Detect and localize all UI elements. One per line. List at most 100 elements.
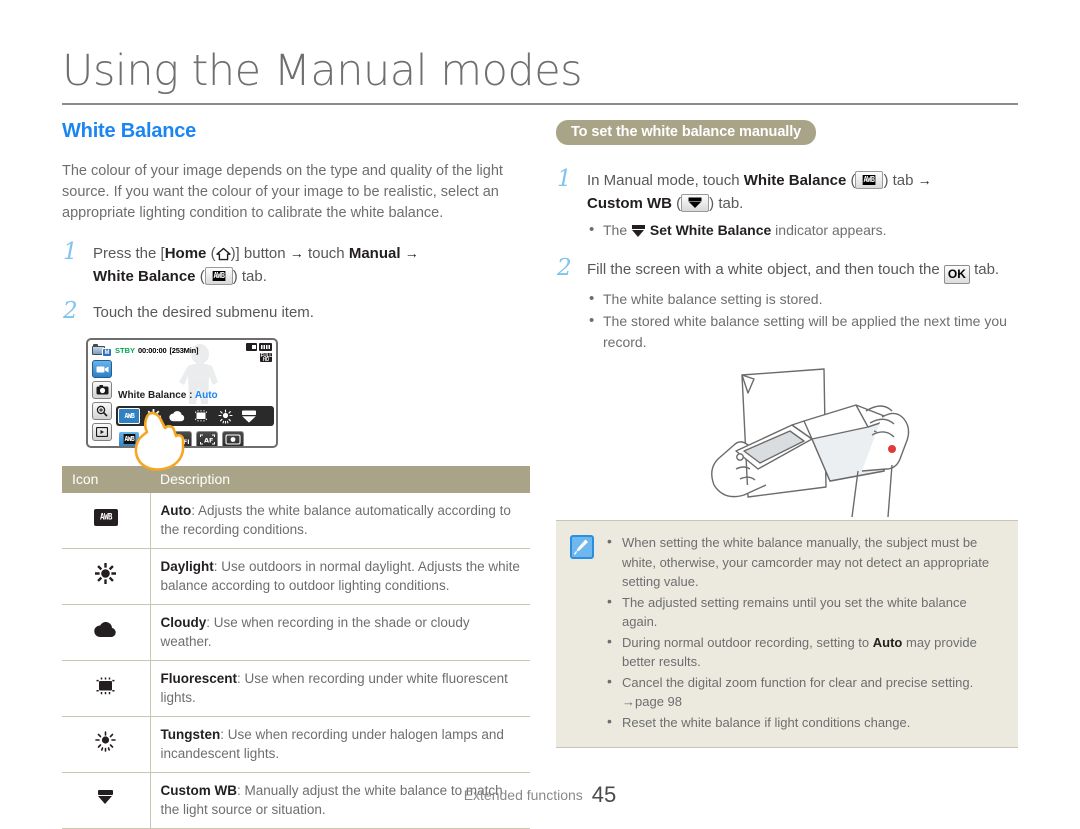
fluorescent-icon	[96, 677, 115, 694]
footer-label: Extended functions	[463, 787, 583, 803]
timecode: 00:00:00	[138, 345, 167, 355]
left-step-1: 1 Press the [Home ()] button → touch Man…	[62, 239, 532, 288]
step-number: 1	[557, 166, 572, 192]
table-cell-icon	[62, 548, 151, 605]
table-cell-description: Daylight: Use outdoors in normal dayligh…	[150, 548, 530, 605]
table-row: Daylight: Use outdoors in normal dayligh…	[62, 548, 530, 605]
note-list: When setting the white balance manually,…	[604, 532, 1004, 733]
note-item: Reset the white balance if light conditi…	[604, 712, 1004, 733]
title-divider	[62, 103, 1018, 105]
page-footer: Extended functions 45	[0, 782, 1080, 808]
lcd-status-right: FULL HD	[246, 343, 272, 362]
page-title: Using the Manual modes	[62, 46, 583, 96]
term-label: Cloudy	[160, 615, 207, 630]
table-cell-icon	[62, 716, 151, 773]
note-text-pre: During normal outdoor recording, setting…	[622, 634, 870, 650]
svg-text:AF: AF	[204, 436, 213, 444]
step-number: 2	[63, 298, 78, 324]
home-label: Home	[164, 245, 207, 262]
step-text: In Manual mode, touch White Balance () t…	[587, 169, 1018, 215]
table-row: Fluorescent: Use when recording under wh…	[62, 660, 530, 717]
table-cell-description: Cloudy: Use when recording in the shade …	[150, 604, 530, 661]
step-number: 1	[63, 239, 78, 265]
note-item: When setting the white balance manually,…	[604, 532, 1004, 592]
tungsten-icon	[95, 731, 117, 752]
bullet-text-bold: Set White Balance	[649, 222, 772, 238]
record-status: STBY	[115, 345, 136, 355]
arrow-glyph: →	[917, 172, 932, 188]
step2-bullets: The white balance setting is stored. The…	[587, 288, 1018, 353]
term-label: Fluorescent	[160, 671, 238, 686]
ok-button-icon[interactable]: OK	[943, 265, 970, 284]
bullet-text-pre: The	[603, 222, 628, 238]
white-balance-label: White Balance	[93, 268, 196, 285]
table-header-description: Description	[150, 466, 530, 493]
lcd-illustration: M STBY 00:00:00 [253Min] FULL HD White B…	[86, 338, 278, 471]
step-text-part: Fill the screen with a white object, and…	[587, 261, 940, 278]
note-text-pre: Cancel the digital zoom function for cle…	[622, 674, 974, 690]
bullet-item: The stored white balance setting will be…	[587, 310, 1018, 353]
lcd-button-zoom[interactable]	[92, 402, 112, 420]
term-label: Auto	[160, 503, 192, 518]
footer-page-number: 45	[591, 782, 617, 807]
term-description: : Use when recording in the shade or clo…	[160, 615, 470, 649]
note-icon	[570, 535, 594, 559]
step1-bullets: The Set White Balance indicator appears.	[587, 219, 1018, 241]
home-icon	[215, 247, 231, 261]
lcd-wb-tungsten[interactable]	[214, 408, 236, 424]
lcd-tab-auto-focus[interactable]: AF	[196, 430, 218, 446]
daylight-icon	[95, 563, 117, 584]
lcd-button-photo-mode[interactable]	[92, 381, 112, 399]
step-text-part: touch	[307, 245, 345, 262]
page-reference: →page 98	[622, 694, 682, 709]
lcd-status-bar: M STBY 00:00:00 [253Min]	[92, 343, 272, 357]
wb-icon-table: Icon Description Auto: Adjusts the white…	[62, 466, 530, 829]
note-box: When setting the white balance manually,…	[556, 520, 1018, 748]
custom-wb-label: Custom WB	[587, 195, 672, 212]
lcd-button-playback[interactable]	[92, 423, 112, 441]
term-description: : Use outdoors in normal daylight. Adjus…	[160, 559, 520, 593]
lcd-setting-label: White Balance : Auto	[118, 390, 218, 401]
table-cell-icon	[62, 493, 151, 549]
left-step-2: 2 Touch the desired submenu item.	[62, 298, 532, 324]
lcd-setting-value: Auto	[194, 390, 218, 401]
custom-wb-icon	[681, 194, 710, 212]
table-row: Cloudy: Use when recording in the shade …	[62, 604, 530, 661]
bullet-item: The Set White Balance indicator appears.	[587, 219, 1018, 241]
intro-paragraph: The colour of your image depends on the …	[62, 163, 503, 221]
step-text: Fill the screen with a white object, and…	[587, 258, 1018, 284]
manual-page: Using the Manual modes White Balance The…	[0, 0, 1080, 829]
note-item: The adjusted setting remains until you s…	[604, 592, 1004, 632]
cloudy-icon	[94, 621, 116, 637]
table-cell-description: Fluorescent: Use when recording under wh…	[150, 660, 530, 717]
arrow-glyph: →	[404, 245, 419, 261]
right-step-2: 2 Fill the screen with a white object, a…	[556, 255, 1018, 353]
arrow-glyph: →	[289, 245, 304, 261]
table-row: Tungsten: Use when recording under halog…	[62, 716, 530, 773]
lcd-tab-face-detect[interactable]	[222, 430, 244, 446]
step-text-part: )] button	[230, 245, 286, 262]
lcd-setting-name: White Balance :	[118, 390, 193, 401]
awb-icon	[204, 267, 233, 285]
bullet-text-post: indicator appears.	[775, 222, 887, 238]
table-cell-icon	[62, 660, 151, 717]
table-cell-description: Auto: Adjusts the white balance automati…	[150, 493, 530, 549]
manual-label: Manual	[348, 245, 401, 262]
lcd-button-video-mode[interactable]	[92, 360, 112, 378]
white-balance-label: White Balance	[743, 172, 847, 189]
note-item: During normal outdoor recording, setting…	[604, 632, 1004, 672]
step-text: Touch the desired submenu item.	[93, 304, 314, 321]
pointing-hand-icon	[134, 411, 185, 471]
lcd-wb-custom[interactable]	[238, 408, 260, 424]
remaining-time: [253Min]	[169, 345, 199, 355]
step-text-part: tab.	[974, 261, 1000, 278]
lcd-left-buttons	[92, 360, 112, 441]
step-text-part: In Manual mode, touch	[587, 172, 740, 189]
left-column: White Balance The colour of your image d…	[62, 120, 532, 829]
bullet-item: The white balance setting is stored.	[587, 288, 1018, 310]
right-step-1: 1 In Manual mode, touch White Balance ()…	[556, 166, 1018, 241]
table-row: Auto: Adjusts the white balance automati…	[62, 493, 530, 549]
set-white-balance-icon	[631, 225, 646, 238]
table-cell-icon	[62, 604, 151, 661]
term-label: Daylight	[160, 559, 214, 574]
